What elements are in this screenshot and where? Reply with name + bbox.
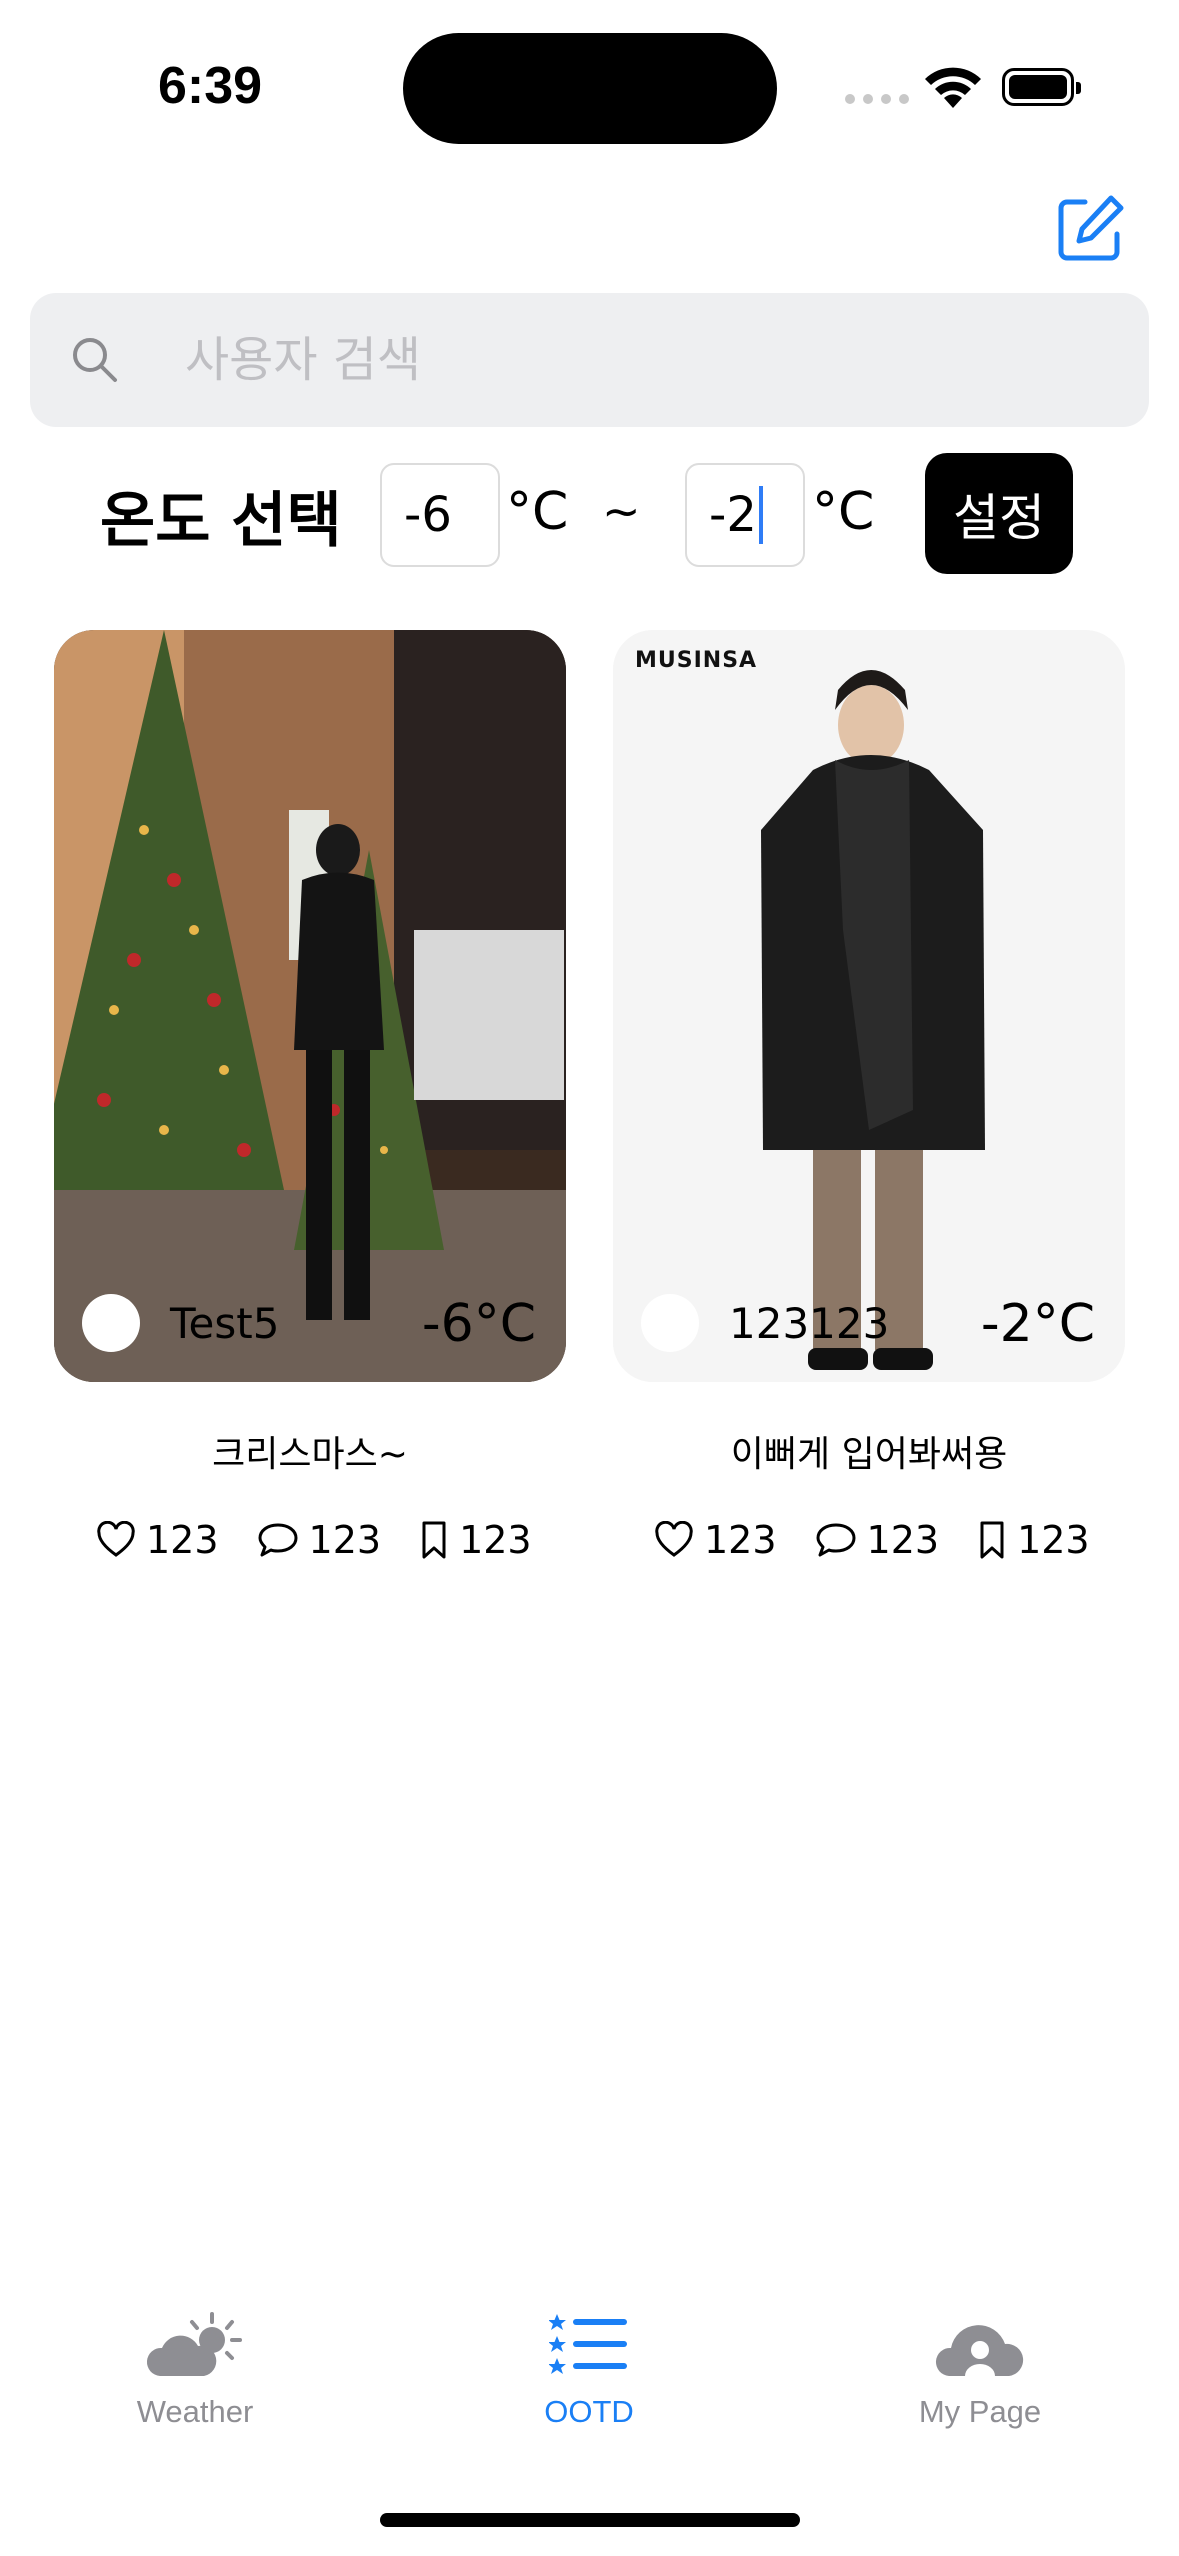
username: 123123: [729, 1298, 890, 1348]
ootd-card[interactable]: Test5 -6°C: [54, 630, 566, 1382]
status-time: 6:39: [158, 57, 263, 115]
bookmark-button[interactable]: 123: [977, 1518, 1090, 1562]
tab-label: OOTD: [544, 2394, 634, 2429]
outfit-photo: [613, 630, 1125, 1382]
tab-weather[interactable]: Weather: [85, 2310, 305, 2430]
post-temperature: -6°C: [421, 1294, 536, 1354]
comment-count: 123: [308, 1518, 382, 1562]
tab-my-page[interactable]: My Page: [870, 2310, 1090, 2430]
min-temperature-field[interactable]: -6: [380, 463, 500, 567]
max-unit-label: °C: [812, 482, 875, 542]
home-indicator[interactable]: [380, 2513, 800, 2527]
text-cursor: [758, 486, 763, 544]
search-icon: [73, 338, 117, 382]
temperature-label: 온도 선택: [100, 486, 342, 556]
comment-button[interactable]: 123: [815, 1518, 940, 1562]
min-temperature-value: -6: [404, 487, 452, 543]
compose-icon[interactable]: [1055, 192, 1127, 264]
like-count: 123: [704, 1518, 777, 1562]
bookmark-count: 123: [459, 1518, 532, 1562]
tab-ootd[interactable]: OOTD: [479, 2310, 699, 2430]
heart-icon: [655, 1521, 693, 1557]
search-bar[interactable]: [30, 293, 1149, 427]
battery-icon: [1002, 68, 1081, 106]
search-input[interactable]: [185, 323, 1085, 397]
post-temperature: -2°C: [980, 1294, 1095, 1354]
bookmark-icon: [980, 1521, 1004, 1559]
tab-label: My Page: [918, 2394, 1042, 2429]
post-caption: 크리스마스~: [212, 1434, 408, 1475]
comment-button[interactable]: 123: [257, 1518, 382, 1562]
like-button[interactable]: 123: [654, 1518, 777, 1562]
speech-bubble-icon: [816, 1523, 856, 1557]
heart-icon: [97, 1521, 135, 1557]
post-caption: 이뻐게 입어봐써용: [730, 1434, 1008, 1475]
outfit-photo: [54, 630, 566, 1382]
person-cloud-icon: [935, 2325, 1024, 2376]
bookmark-button[interactable]: 123: [419, 1518, 532, 1562]
list-star-icon: [548, 2314, 627, 2374]
like-count: 123: [146, 1518, 219, 1562]
cloud-sun-icon: [146, 2312, 242, 2376]
max-temperature-value: -2: [709, 487, 757, 543]
max-temperature-field[interactable]: -2: [685, 463, 805, 567]
avatar: [82, 1294, 140, 1352]
ootd-card[interactable]: MUSINSA 123123 -2°C: [613, 630, 1125, 1382]
range-separator: ~: [602, 484, 641, 538]
comment-count: 123: [866, 1518, 940, 1562]
wifi-icon: [925, 67, 981, 108]
bookmark-icon: [422, 1521, 446, 1559]
set-temperature-button[interactable]: 설정: [925, 453, 1073, 574]
dynamic-island: [403, 33, 777, 144]
post-stats: 123 123 123: [654, 1518, 1128, 1562]
like-button[interactable]: 123: [96, 1518, 219, 1562]
speech-bubble-icon: [258, 1523, 298, 1557]
brand-watermark: MUSINSA: [635, 648, 758, 673]
post-stats: 123 123 123: [96, 1518, 570, 1562]
bookmark-count: 123: [1017, 1518, 1090, 1562]
cellular-signal-icon: [845, 94, 909, 104]
tab-label: Weather: [136, 2394, 254, 2429]
avatar: [641, 1294, 699, 1352]
username: Test5: [170, 1298, 280, 1348]
min-unit-label: °C: [506, 482, 569, 542]
